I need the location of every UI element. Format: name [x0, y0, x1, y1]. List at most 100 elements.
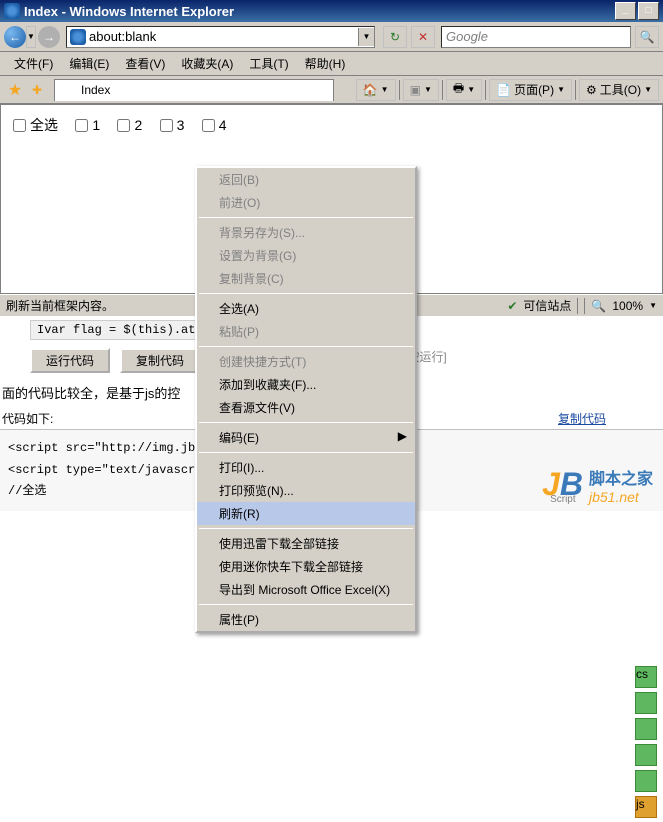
- separator: [442, 80, 443, 100]
- url-text: about:blank: [89, 29, 358, 44]
- separator: [399, 80, 400, 100]
- sidebar-badges: cs js: [635, 666, 663, 822]
- run-code-button[interactable]: 运行代码: [30, 348, 110, 373]
- menu-help[interactable]: 帮助(H): [297, 52, 354, 75]
- checkbox-selectall[interactable]: 全选: [13, 115, 58, 135]
- shield-icon: ✔: [507, 299, 517, 313]
- refresh-button[interactable]: ↻: [383, 26, 407, 48]
- cm-mini-download-all[interactable]: 使用迷你快车下载全部链接: [197, 555, 415, 578]
- ie-icon: [4, 3, 20, 19]
- print-button[interactable]: 🖶▼: [446, 79, 482, 101]
- navbar: ← ▼ → about:blank ▼ ↻ ✕ Google 🔍: [0, 22, 663, 52]
- ie-icon: [63, 83, 77, 97]
- badge-item[interactable]: [635, 744, 657, 766]
- menu-edit[interactable]: 编辑(E): [61, 52, 117, 75]
- feeds-button[interactable]: ▣▼: [403, 79, 439, 101]
- separator: [577, 298, 578, 314]
- menu-favorites[interactable]: 收藏夹(A): [173, 52, 241, 75]
- cm-view-source[interactable]: 查看源文件(V): [197, 396, 415, 419]
- window-title: Index - Windows Internet Explorer: [24, 4, 613, 19]
- cm-set-as-bg[interactable]: 设置为背景(G): [197, 244, 415, 267]
- copy-code-link[interactable]: 复制代码: [558, 410, 606, 427]
- status-text: 刷新当前框架内容。: [6, 297, 114, 314]
- back-dropdown[interactable]: ▼: [26, 26, 36, 48]
- separator: [485, 80, 486, 100]
- logo-script-label: Script: [550, 494, 576, 505]
- cm-refresh[interactable]: 刷新(R): [197, 502, 415, 525]
- checkbox-item[interactable]: 4: [202, 117, 227, 133]
- print-icon: 🖶: [453, 79, 464, 100]
- menu-tools[interactable]: 工具(T): [241, 52, 296, 75]
- cm-back[interactable]: 返回(B): [197, 168, 415, 191]
- forward-button[interactable]: →: [38, 26, 60, 48]
- refresh-icon: ↻: [390, 30, 400, 44]
- cm-forward[interactable]: 前进(O): [197, 191, 415, 214]
- cm-copy-bg[interactable]: 复制背景(C): [197, 267, 415, 290]
- separator: [199, 452, 413, 453]
- cm-save-bg-as[interactable]: 背景另存为(S)...: [197, 221, 415, 244]
- badge-item[interactable]: [635, 718, 657, 740]
- cm-select-all[interactable]: 全选(A): [197, 297, 415, 320]
- code-label: 代码如下:: [2, 410, 53, 427]
- cm-create-shortcut[interactable]: 创建快捷方式(T): [197, 350, 415, 373]
- checkbox-item[interactable]: 1: [75, 117, 100, 133]
- submenu-arrow-icon: ▶: [398, 429, 407, 443]
- back-button[interactable]: ← ▼: [4, 26, 36, 48]
- cm-print-preview[interactable]: 打印预览(N)...: [197, 479, 415, 502]
- arrow-left-icon: ←: [9, 30, 21, 44]
- badge-item[interactable]: [635, 770, 657, 792]
- separator: [575, 80, 576, 100]
- logo-url-text: jb51.net: [589, 489, 653, 505]
- separator: [199, 217, 413, 218]
- cm-print[interactable]: 打印(I)...: [197, 456, 415, 479]
- ie-icon: [70, 29, 86, 45]
- copy-code-button[interactable]: 复制代码: [120, 348, 200, 373]
- address-bar[interactable]: about:blank ▼: [66, 26, 375, 48]
- page-icon: 📄: [496, 83, 511, 97]
- cm-encoding[interactable]: 编码(E)▶: [197, 426, 415, 449]
- cm-paste[interactable]: 粘贴(P): [197, 320, 415, 343]
- context-menu: 返回(B) 前进(O) 背景另存为(S)... 设置为背景(G) 复制背景(C)…: [195, 166, 417, 633]
- badge-item[interactable]: cs: [635, 666, 657, 688]
- cm-properties[interactable]: 属性(P): [197, 608, 415, 631]
- badge-item[interactable]: js: [635, 796, 657, 818]
- address-dropdown[interactable]: ▼: [358, 28, 374, 46]
- tabbar: ★ ✚ Index 🏠▼ ▣▼ 🖶▼ 📄页面(P)▼ ⚙工具(O)▼: [0, 76, 663, 104]
- page-button[interactable]: 📄页面(P)▼: [489, 79, 572, 101]
- favorites-star-icon[interactable]: ★: [4, 79, 26, 101]
- stop-button[interactable]: ✕: [411, 26, 435, 48]
- separator: [199, 422, 413, 423]
- separator: [199, 293, 413, 294]
- home-button[interactable]: 🏠▼: [356, 79, 396, 101]
- badge-item[interactable]: [635, 692, 657, 714]
- cm-xunlei-download-all[interactable]: 使用迅雷下载全部链接: [197, 532, 415, 555]
- add-favorite-button[interactable]: ✚: [26, 79, 48, 101]
- checkbox-item[interactable]: 3: [160, 117, 185, 133]
- zoom-dropdown[interactable]: ▼: [649, 301, 657, 310]
- minimize-button[interactable]: _: [615, 2, 636, 20]
- search-button[interactable]: 🔍: [635, 26, 659, 48]
- menu-file[interactable]: 文件(F): [6, 52, 61, 75]
- rss-icon: ▣: [410, 83, 421, 97]
- menu-view[interactable]: 查看(V): [117, 52, 173, 75]
- cm-export-excel[interactable]: 导出到 Microsoft Office Excel(X): [197, 578, 415, 601]
- tools-button[interactable]: ⚙工具(O)▼: [579, 79, 659, 101]
- tab-title: Index: [81, 83, 110, 97]
- logo-cn-text: 脚本之家: [589, 465, 653, 489]
- arrow-right-icon: →: [43, 30, 55, 44]
- gear-icon: ⚙: [586, 83, 597, 97]
- trusted-site-label: 可信站点: [523, 297, 571, 314]
- menubar: 文件(F) 编辑(E) 查看(V) 收藏夹(A) 工具(T) 帮助(H): [0, 52, 663, 76]
- cm-add-favorite[interactable]: 添加到收藏夹(F)...: [197, 373, 415, 396]
- search-icon: 🔍: [640, 30, 655, 44]
- separator: [199, 604, 413, 605]
- checkbox-item[interactable]: 2: [117, 117, 142, 133]
- search-box[interactable]: Google: [441, 26, 631, 48]
- maximize-button[interactable]: □: [638, 2, 659, 20]
- zoom-icon[interactable]: 🔍: [591, 299, 606, 313]
- plus-star-icon: ✚: [32, 83, 42, 97]
- site-logo: JB Script 脚本之家 jb51.net: [542, 465, 653, 505]
- separator: [199, 346, 413, 347]
- window-titlebar: Index - Windows Internet Explorer _ □: [0, 0, 663, 22]
- browser-tab[interactable]: Index: [54, 79, 334, 101]
